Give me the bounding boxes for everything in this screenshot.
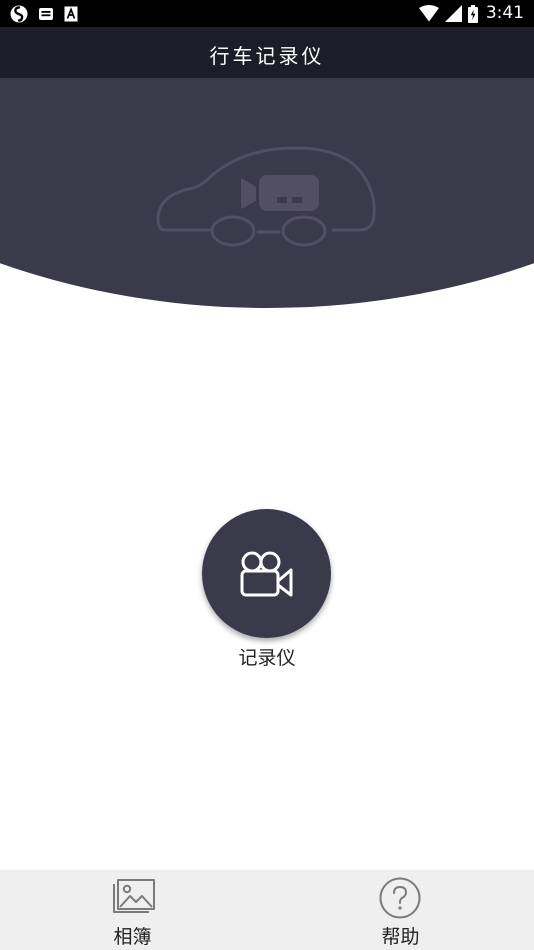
bottom-nav: 相簿 帮助 [0, 870, 534, 950]
nav-item-help[interactable]: 帮助 [267, 870, 534, 950]
status-notifications [10, 4, 78, 23]
sync-icon [10, 5, 28, 23]
font-icon [64, 6, 78, 22]
status-time: 3:41 [485, 3, 524, 23]
nav-label-help: 帮助 [381, 926, 420, 948]
page-title: 行车记录仪 [209, 44, 325, 68]
video-camera-icon [240, 551, 292, 596]
header-banner [0, 78, 534, 310]
status-system: 3:41 [418, 3, 524, 24]
recorder-button[interactable] [202, 509, 331, 638]
wifi-icon [418, 5, 439, 22]
help-icon [379, 877, 421, 919]
nav-item-album[interactable]: 相簿 [0, 870, 267, 950]
image-icon [112, 879, 155, 913]
battery-icon [467, 4, 478, 23]
title-bar: 行车记录仪 [0, 27, 534, 78]
recorder-label: 记录仪 [238, 647, 296, 669]
mail-icon [38, 7, 54, 21]
nav-label-album: 相簿 [113, 926, 152, 948]
signal-icon [444, 5, 462, 22]
status-bar: 3:41 [0, 0, 534, 27]
car-camera-icon [156, 146, 376, 247]
